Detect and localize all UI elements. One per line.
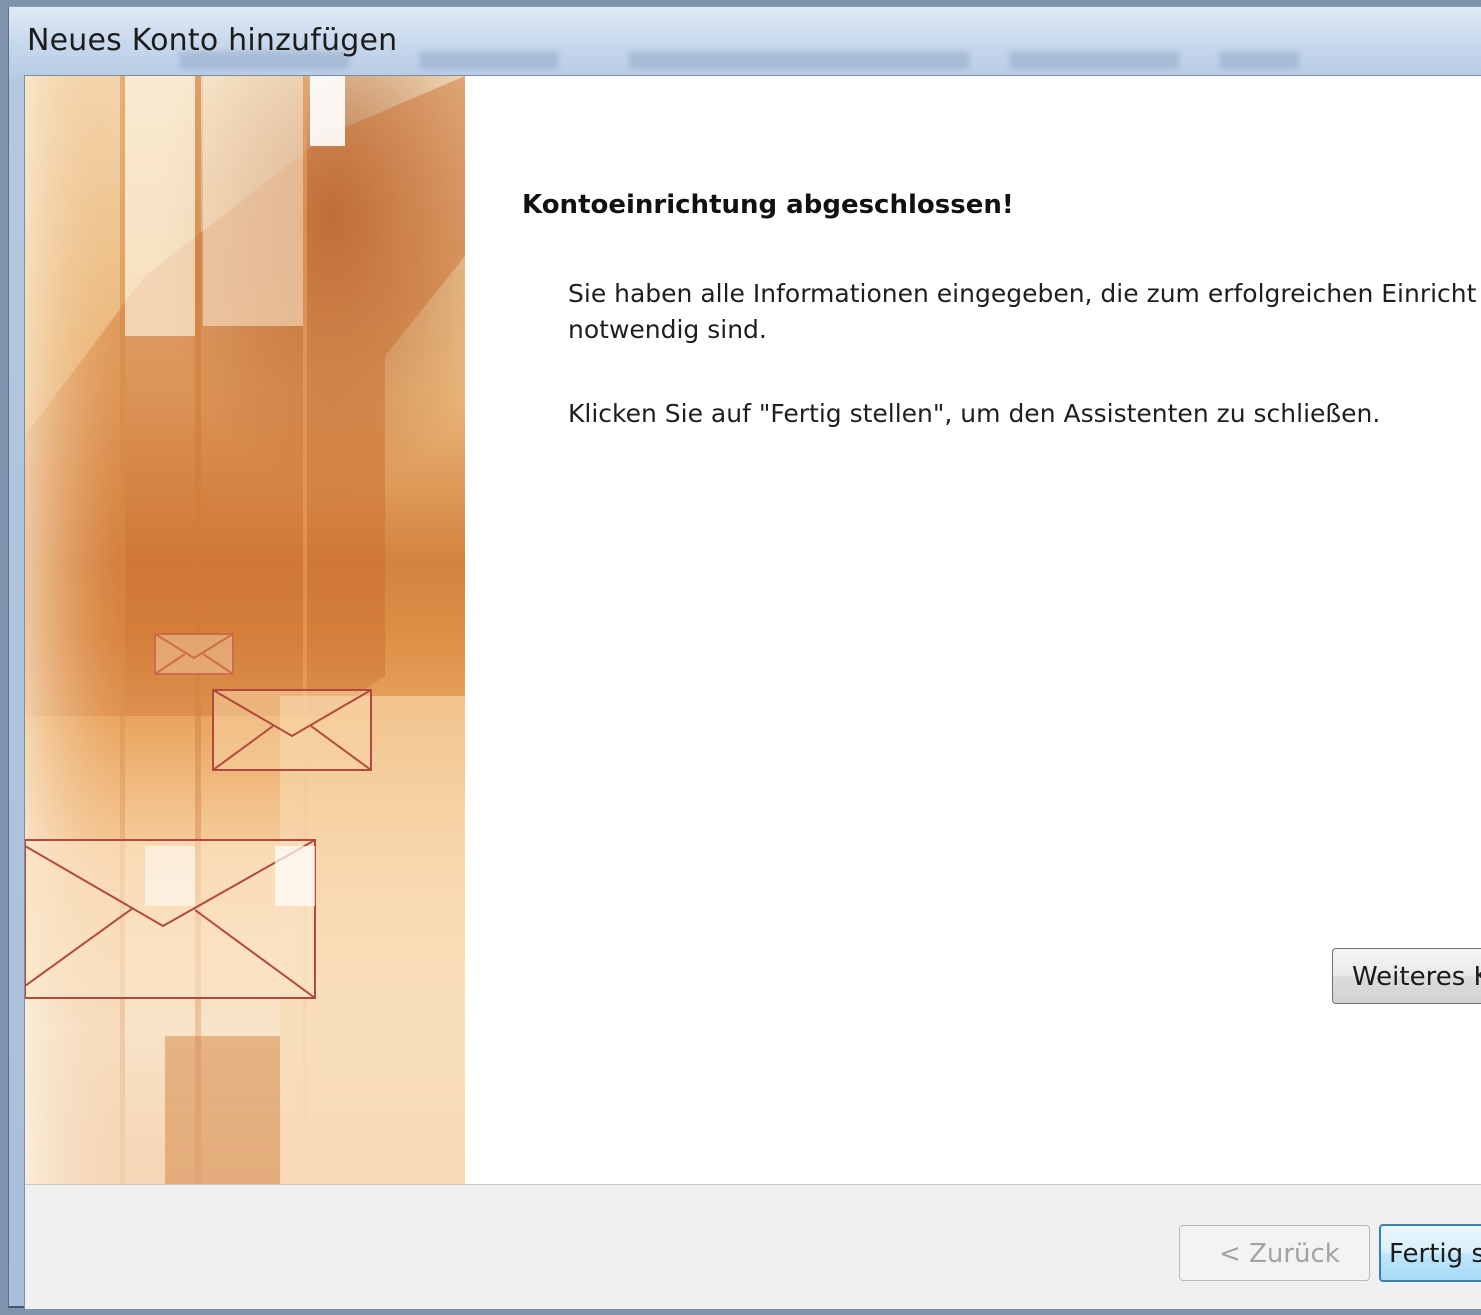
wizard-content: Kontoeinrichtung abgeschlossen! Sie habe… [24, 75, 1481, 1309]
dialog-window: Neues Konto hinzufügen Kontoeinrichtung … [8, 6, 1481, 1309]
title-bar[interactable]: Neues Konto hinzufügen [9, 7, 1481, 75]
add-another-account-button[interactable]: Weiteres K [1332, 948, 1481, 1004]
envelope-illustration-icon [25, 76, 465, 1184]
info-line-2: notwendig sind. [568, 315, 767, 344]
back-button[interactable]: < Zurück [1179, 1225, 1370, 1281]
info-paragraph: Sie haben alle Informationen eingegeben,… [568, 276, 1481, 348]
finish-button[interactable]: Fertig s [1379, 1224, 1481, 1282]
window-title: Neues Konto hinzufügen [27, 23, 398, 58]
instruction-text: Klicken Sie auf "Fertig stellen", um den… [568, 399, 1381, 428]
info-line-1: Sie haben alle Informationen eingegeben,… [568, 279, 1477, 308]
page-heading: Kontoeinrichtung abgeschlossen! [522, 190, 1014, 220]
wizard-footer: < Zurück Fertig s [25, 1184, 1481, 1309]
wizard-main-panel: Kontoeinrichtung abgeschlossen! Sie habe… [465, 76, 1481, 1184]
outlook-wizard-banner [25, 76, 465, 1184]
